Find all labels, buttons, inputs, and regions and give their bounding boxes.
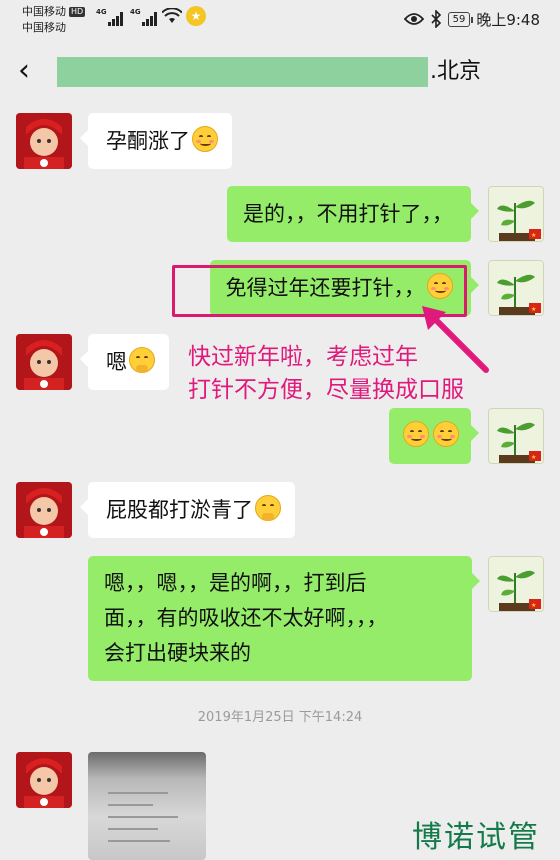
wifi-icon <box>162 8 182 23</box>
svg-text:★: ★ <box>531 306 536 313</box>
thinking-emoji-icon <box>129 347 155 373</box>
svg-text:★: ★ <box>531 232 536 239</box>
message-text: 是的，，不用打针了，， <box>243 202 453 226</box>
battery-icon: 59 <box>447 11 474 27</box>
eye-icon <box>403 13 424 25</box>
network-type-2: 4G <box>130 8 141 16</box>
status-bar: 中国移动 HD 中国移动 4G 4G ★ 59 晚上9:48 <box>0 0 560 40</box>
network-type-1: 4G <box>96 8 107 16</box>
thinking-emoji-icon <box>255 495 281 521</box>
hd-badge: HD <box>69 7 86 17</box>
message-text-line: 会打出硬块来的 <box>104 641 251 665</box>
self-avatar[interactable]: ★ <box>488 260 544 316</box>
clock: 晚上9:48 <box>476 10 540 29</box>
contact-avatar[interactable] <box>16 752 72 808</box>
watermark-logo: 博诺试管 <box>412 820 540 855</box>
message-bubble-outgoing[interactable] <box>389 408 479 464</box>
chat-timestamp: 2019年1月25日 下午14:24 <box>197 710 363 725</box>
message-bubble-incoming[interactable]: 孕酮涨了 <box>80 113 232 169</box>
smile-emoji-icon <box>192 126 218 152</box>
redacted-contact-name <box>57 57 428 87</box>
contact-avatar[interactable] <box>16 334 72 390</box>
svg-text:★: ★ <box>531 602 536 609</box>
chat-title-suffix: .北京 <box>430 59 481 84</box>
self-avatar[interactable]: ★ <box>488 186 544 242</box>
contact-avatar[interactable] <box>16 113 72 169</box>
smile-emoji-icon <box>403 421 429 447</box>
carrier-1: 中国移动 HD <box>22 5 86 18</box>
star-badge-icon: ★ <box>186 6 206 26</box>
message-bubble-incoming[interactable]: 嗯 <box>80 334 169 390</box>
carrier-1-label: 中国移动 <box>22 5 66 18</box>
annotation-line-2: 打针不方便，尽量换成口服 <box>188 377 464 403</box>
message-text: 孕酮涨了 <box>106 129 190 153</box>
bluetooth-icon <box>431 10 441 28</box>
message-text: 嗯 <box>106 350 127 374</box>
contact-avatar[interactable] <box>16 482 72 538</box>
smile-emoji-icon <box>433 421 459 447</box>
message-bubble-outgoing[interactable]: 嗯，，嗯，，是的啊，，打到后 面，，有的吸收还不太好啊，，， 会打出硬块来的 <box>88 556 480 681</box>
message-text-line: 嗯，，嗯，，是的啊，，打到后 <box>104 571 367 595</box>
svg-text:★: ★ <box>531 454 536 461</box>
carrier-2-label: 中国移动 <box>22 21 66 34</box>
self-avatar[interactable]: ★ <box>488 556 544 612</box>
message-bubble-outgoing[interactable]: 是的，，不用打针了，， <box>227 186 479 242</box>
status-right: 59 晚上9:48 <box>403 9 540 29</box>
chat-header: ‹ .北京 <box>0 46 560 98</box>
image-message[interactable] <box>88 752 206 860</box>
annotation-text: 快过新年啦，考虑过年 打针不方便，尽量换成口服 <box>188 341 464 407</box>
back-chevron-icon[interactable]: ‹ <box>18 56 30 86</box>
annotation-line-1: 快过新年啦，考虑过年 <box>188 344 418 370</box>
message-bubble-incoming[interactable]: 屁股都打淤青了 <box>80 482 295 538</box>
message-text-line: 面，，有的吸收还不太好啊，，， <box>104 606 388 630</box>
self-avatar[interactable]: ★ <box>488 408 544 464</box>
message-text: 屁股都打淤青了 <box>106 498 253 522</box>
